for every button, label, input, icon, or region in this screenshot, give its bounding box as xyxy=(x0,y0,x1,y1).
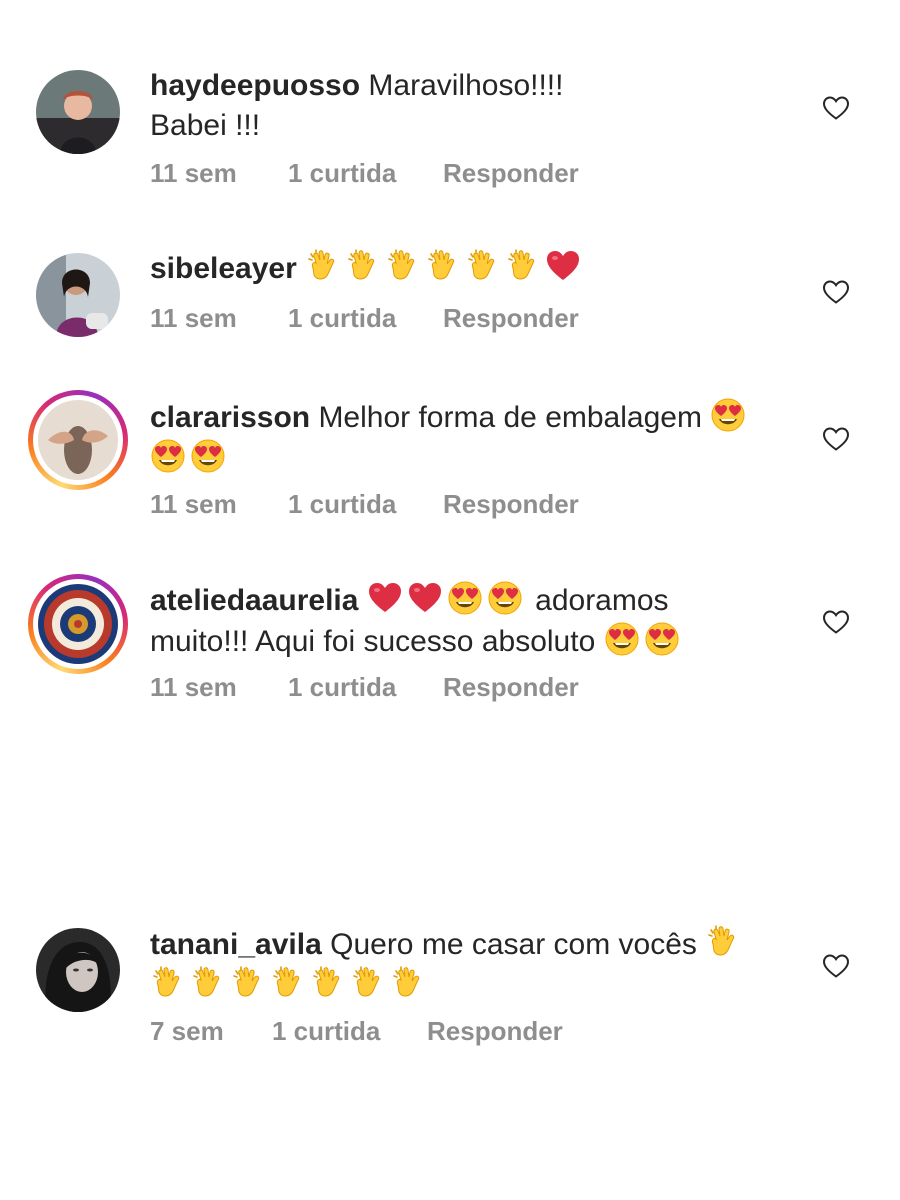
clapping-hands-emoji xyxy=(345,248,381,284)
comment-time: 11 sem xyxy=(150,489,237,519)
comment-time: 11 sem xyxy=(150,303,237,333)
clapping-hands-emoji xyxy=(310,965,346,1001)
avatar[interactable] xyxy=(36,70,120,154)
reply-button[interactable]: Responder xyxy=(443,672,579,703)
comment-likes[interactable]: 1 curtida xyxy=(288,672,443,703)
comment-text: adoramos xyxy=(535,584,669,617)
like-heart-icon[interactable] xyxy=(822,609,850,635)
like-heart-icon[interactable] xyxy=(822,95,850,121)
clapping-hands-emoji xyxy=(270,965,306,1001)
comment-likes[interactable]: 1 curtida xyxy=(288,303,443,334)
reply-button[interactable]: Responder xyxy=(443,158,579,189)
comment-text: Babei !!! xyxy=(150,109,261,142)
comment-username[interactable]: clararisson xyxy=(150,401,310,434)
clapping-hands-emoji xyxy=(350,965,386,1001)
comment-time: 7 sem xyxy=(150,1016,224,1046)
comment-username[interactable]: sibeleayer xyxy=(150,252,297,285)
comment-body: clararisson Melhor forma de embalagem xyxy=(150,397,790,479)
like-heart-icon[interactable] xyxy=(822,426,850,452)
comment-text: Melhor forma de embalagem xyxy=(318,401,702,434)
red-heart-emoji xyxy=(545,248,581,284)
avatar-photo xyxy=(38,584,118,664)
comment-meta: 11 sem 1 curtida Responder xyxy=(150,672,579,703)
clapping-hands-emoji xyxy=(305,248,341,284)
clapping-hands-emoji xyxy=(425,248,461,284)
clapping-hands-emoji xyxy=(505,248,541,284)
comment-likes[interactable]: 1 curtida xyxy=(272,1016,427,1047)
avatar-photo xyxy=(36,253,120,337)
clapping-hands-emoji xyxy=(705,924,741,960)
comment-username[interactable]: haydeepuosso xyxy=(150,69,360,102)
comment-body: haydeepuosso Maravilhoso!!!! Babei !!! xyxy=(150,66,790,146)
clapping-hands-emoji xyxy=(230,965,266,1001)
red-heart-emoji xyxy=(407,580,443,616)
comment-meta: 11 sem 1 curtida Responder xyxy=(150,303,579,334)
avatar-story-ring[interactable] xyxy=(28,574,128,674)
avatar[interactable] xyxy=(36,253,120,337)
heart-eyes-emoji xyxy=(487,580,523,616)
avatar-photo xyxy=(38,400,118,480)
like-heart-icon[interactable] xyxy=(822,953,850,979)
comment-body: ateliedaaurelia adoramos muito!!! Aqui f… xyxy=(150,580,790,662)
comment-text: Maravilhoso!!!! xyxy=(368,69,564,102)
reply-button[interactable]: Responder xyxy=(443,303,579,334)
like-heart-icon[interactable] xyxy=(822,279,850,305)
comment-time: 11 sem xyxy=(150,672,237,702)
heart-eyes-emoji xyxy=(150,438,186,474)
comment-meta: 11 sem 1 curtida Responder xyxy=(150,489,579,520)
clapping-hands-emoji xyxy=(390,965,426,1001)
comment-username[interactable]: ateliedaaurelia xyxy=(150,584,358,617)
comment-time: 11 sem xyxy=(150,158,237,188)
heart-eyes-emoji xyxy=(604,621,640,657)
avatar-photo xyxy=(36,928,120,1012)
reply-button[interactable]: Responder xyxy=(427,1016,563,1047)
heart-eyes-emoji xyxy=(447,580,483,616)
heart-eyes-emoji xyxy=(644,621,680,657)
comment-meta: 7 sem 1 curtida Responder xyxy=(150,1016,563,1047)
clapping-hands-emoji xyxy=(465,248,501,284)
comment-body: sibeleayer xyxy=(150,248,790,289)
heart-eyes-emoji xyxy=(190,438,226,474)
comment-text: muito!!! Aqui foi sucesso absoluto xyxy=(150,625,596,658)
reply-button[interactable]: Responder xyxy=(443,489,579,520)
clapping-hands-emoji xyxy=(190,965,226,1001)
comment-text: Quero me casar com vocês xyxy=(330,928,697,961)
heart-eyes-emoji xyxy=(710,397,746,433)
avatar-story-ring[interactable] xyxy=(28,390,128,490)
red-heart-emoji xyxy=(367,580,403,616)
comment-username[interactable]: tanani_avila xyxy=(150,928,322,961)
avatar[interactable] xyxy=(36,928,120,1012)
comment-likes[interactable]: 1 curtida xyxy=(288,158,443,189)
avatar-photo xyxy=(36,70,120,154)
clapping-hands-emoji xyxy=(150,965,186,1001)
comment-body: tanani_avila Quero me casar com vocês xyxy=(150,924,790,1006)
comment-likes[interactable]: 1 curtida xyxy=(288,489,443,520)
clapping-hands-emoji xyxy=(385,248,421,284)
comment-meta: 11 sem 1 curtida Responder xyxy=(150,158,579,189)
